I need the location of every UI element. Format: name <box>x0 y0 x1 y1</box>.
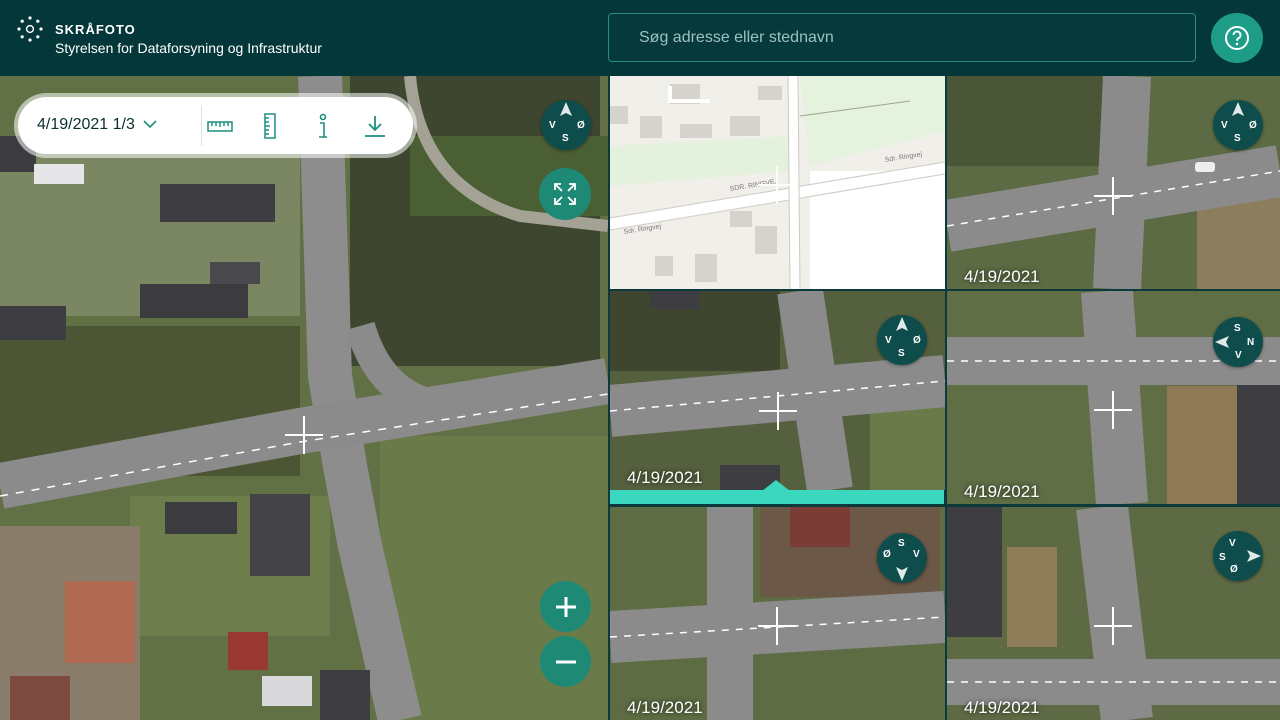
tile-date: 4/19/2021 <box>627 698 703 717</box>
tile-crosshair <box>1094 177 1132 215</box>
compass-south: S <box>1234 133 1241 144</box>
measure-height-button[interactable] <box>255 111 285 141</box>
date-selector[interactable]: 4/19/2021 1/3 <box>37 116 157 134</box>
tile-date: 4/19/2021 <box>627 468 703 487</box>
compass-east: Ø <box>577 120 585 131</box>
compass-west: V <box>1235 350 1242 361</box>
logo-icon <box>17 16 43 42</box>
main-aerial-view[interactable] <box>0 76 608 720</box>
compass-north: V <box>1229 538 1236 549</box>
chevron-down-icon <box>143 120 157 129</box>
compass-west: S <box>1219 552 1226 563</box>
center-crosshair <box>285 416 323 454</box>
compass-south: S <box>898 538 905 549</box>
date-selector-label: 4/19/2021 1/3 <box>37 116 135 133</box>
zoom-out-button[interactable] <box>540 636 591 687</box>
app-title: SKRÅFOTO <box>55 22 136 37</box>
compass-west: V <box>885 335 892 346</box>
ruler-horizontal-icon <box>207 121 233 132</box>
compass-east: Ø <box>1249 120 1257 131</box>
measure-distance-button[interactable] <box>205 111 235 141</box>
tile-date: 4/19/2021 <box>964 482 1040 501</box>
map-tile[interactable]: SDR. RINGVEJ Sdr. Ringvej Sdr. Ringvej <box>610 76 945 289</box>
download-button[interactable] <box>360 111 390 141</box>
tile-date: 4/19/2021 <box>964 267 1040 286</box>
info-button[interactable] <box>308 111 338 141</box>
app-header: SKRÅFOTO Styrelsen for Dataforsyning og … <box>0 0 1280 76</box>
compass-south: S <box>1234 323 1241 334</box>
image-toolbar: 4/19/2021 1/3 <box>18 97 413 154</box>
zoom-in-button[interactable] <box>540 581 591 632</box>
ruler-vertical-icon <box>264 113 276 139</box>
info-icon <box>319 113 327 138</box>
help-icon <box>1225 26 1249 50</box>
plus-icon <box>555 596 576 617</box>
compass-west: V <box>913 549 920 560</box>
selected-indicator <box>610 490 944 504</box>
compass-north[interactable]: V Ø S <box>1213 100 1263 150</box>
compass-east[interactable]: S N V <box>1213 317 1263 367</box>
search-input[interactable] <box>608 13 1196 62</box>
tile-date: 4/19/2021 <box>964 698 1040 717</box>
aerial-image <box>0 76 608 720</box>
compass-north: N <box>1247 337 1255 348</box>
compass-south: Ø <box>1230 564 1238 575</box>
compass-east: Ø <box>913 335 921 346</box>
tile-crosshair <box>1094 391 1132 429</box>
app-subtitle: Styrelsen for Dataforsyning og Infrastru… <box>55 40 322 56</box>
compass-west: V <box>549 120 556 131</box>
compass-east: Ø <box>883 549 891 560</box>
expand-icon <box>554 183 576 205</box>
compass-west: V <box>1221 120 1228 131</box>
tile-crosshair <box>759 392 797 430</box>
compass-south: S <box>562 133 569 144</box>
help-button[interactable] <box>1211 13 1263 63</box>
compass-selected[interactable]: V Ø S <box>877 315 927 365</box>
compass-west[interactable]: V S Ø <box>1213 531 1263 581</box>
fullscreen-button[interactable] <box>539 168 591 220</box>
toolbar-divider <box>201 105 202 146</box>
compass-main[interactable]: V Ø S <box>541 100 591 150</box>
compass-south[interactable]: Ø S V <box>877 533 927 583</box>
tile-crosshair <box>1094 607 1132 645</box>
map-crosshair <box>758 166 796 204</box>
minus-icon <box>555 660 576 663</box>
compass-south: S <box>898 348 905 359</box>
download-icon <box>365 116 385 137</box>
tile-crosshair <box>758 607 796 645</box>
